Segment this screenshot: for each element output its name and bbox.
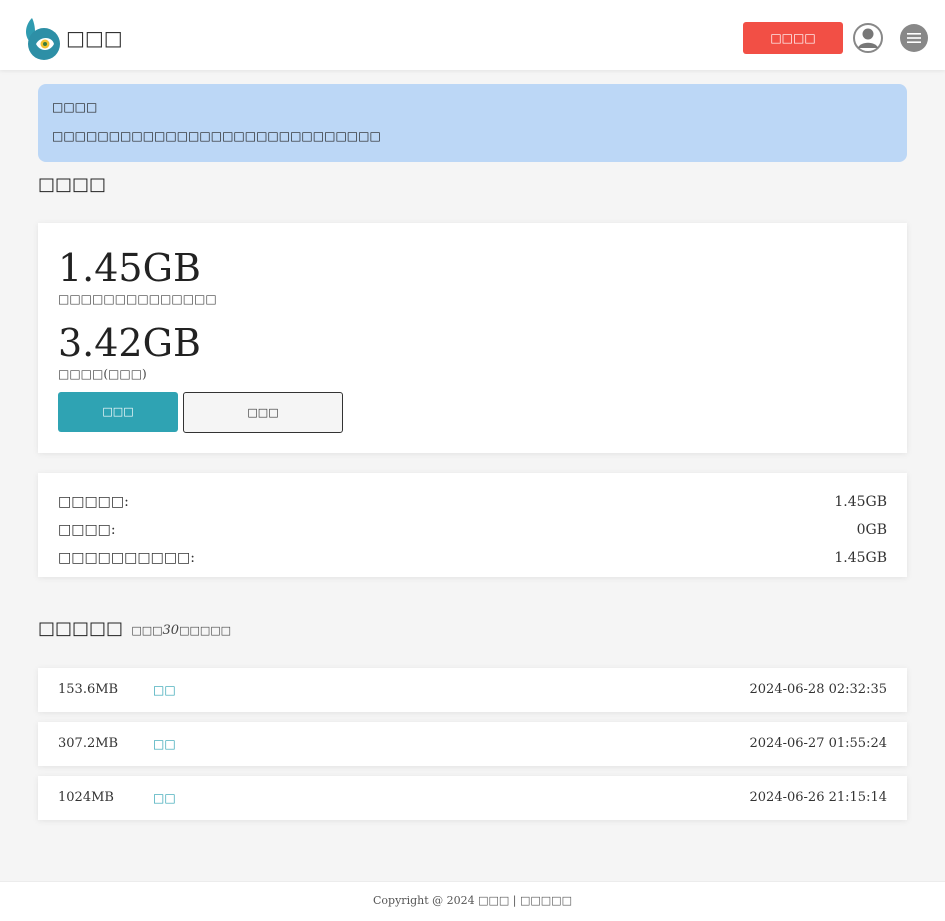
secondary-action-button[interactable]: □□□ (183, 392, 343, 433)
data-section-title: □□□□ (38, 174, 107, 195)
usage-subtitle-post: □□□□□ (179, 624, 232, 637)
notice-title: □□□□ (52, 100, 98, 114)
summary-row: □□□□□□□□□□: 1.45GB (58, 549, 887, 567)
top-navbar: □□□ □□□□ (0, 0, 945, 70)
primary-action-button[interactable]: □□□ (58, 392, 178, 432)
notice-text: □□□□□□□□□□□□□□□□□□□□□□□□□□□□□ (52, 129, 381, 143)
hamburger-menu-icon[interactable] (900, 24, 928, 52)
data-balance-card: 1.45GB □□□□□□□□□□□□□□ 3.42GB □□□□(□□□) □… (38, 223, 907, 453)
summary-value: 1.45GB (834, 550, 887, 566)
usage-record-row: 153.6MB □□ 2024-06-28 02:32:35 (38, 668, 907, 712)
usage-record-row: 1024MB □□ 2024-06-26 21:15:14 (38, 776, 907, 820)
summary-row: □□□□: 0GB (58, 521, 887, 539)
usage-size: 153.6MB (58, 682, 119, 697)
available-data-label: □□□□□□□□□□□□□□ (58, 292, 217, 306)
footer-copyright: Copyright @ 2024 □□□ | □□□□□ (373, 894, 572, 907)
user-avatar-icon[interactable] (853, 23, 883, 53)
brand-name[interactable]: □□□ (66, 26, 123, 50)
usage-subtitle-days: 30 (162, 623, 180, 638)
usage-size: 307.2MB (58, 736, 119, 751)
total-data-value: 3.42GB (58, 321, 201, 365)
summary-value: 0GB (856, 522, 887, 538)
recharge-button[interactable]: □□□□ (743, 22, 843, 54)
page-footer: Copyright @ 2024 □□□ | □□□□□ (0, 881, 945, 921)
summary-label: □□□□□: (58, 494, 129, 510)
brand-logo-icon[interactable] (22, 16, 62, 60)
summary-value: 1.45GB (834, 494, 887, 510)
summary-row: □□□□□: 1.45GB (58, 493, 887, 511)
usage-subtitle-pre: □□□ (131, 624, 163, 637)
usage-time: 2024-06-26 21:15:14 (749, 790, 887, 805)
usage-time: 2024-06-28 02:32:35 (749, 682, 887, 697)
notice-alert: □□□□ □□□□□□□□□□□□□□□□□□□□□□□□□□□□□ (38, 84, 907, 162)
usage-record-row: 307.2MB □□ 2024-06-27 01:55:24 (38, 722, 907, 766)
usage-records-title: □□□□□ □□□30□□□□□ (38, 618, 231, 642)
usage-size: 1024MB (58, 790, 114, 805)
usage-time: 2024-06-27 01:55:24 (749, 736, 887, 751)
summary-label: □□□□: (58, 522, 116, 538)
menu-lines-icon (907, 33, 921, 43)
usage-type-link[interactable]: □□ (153, 789, 176, 807)
summary-label: □□□□□□□□□□: (58, 550, 195, 566)
total-data-label: □□□□(□□□) (58, 367, 147, 381)
data-summary-card: □□□□□: 1.45GB □□□□: 0GB □□□□□□□□□□: 1.45… (38, 473, 907, 577)
usage-title-text: □□□□□ (38, 618, 124, 639)
usage-type-link[interactable]: □□ (153, 681, 176, 699)
usage-subtitle: □□□30□□□□□ (131, 623, 232, 638)
usage-type-link[interactable]: □□ (153, 735, 176, 753)
available-data-value: 1.45GB (58, 246, 201, 290)
